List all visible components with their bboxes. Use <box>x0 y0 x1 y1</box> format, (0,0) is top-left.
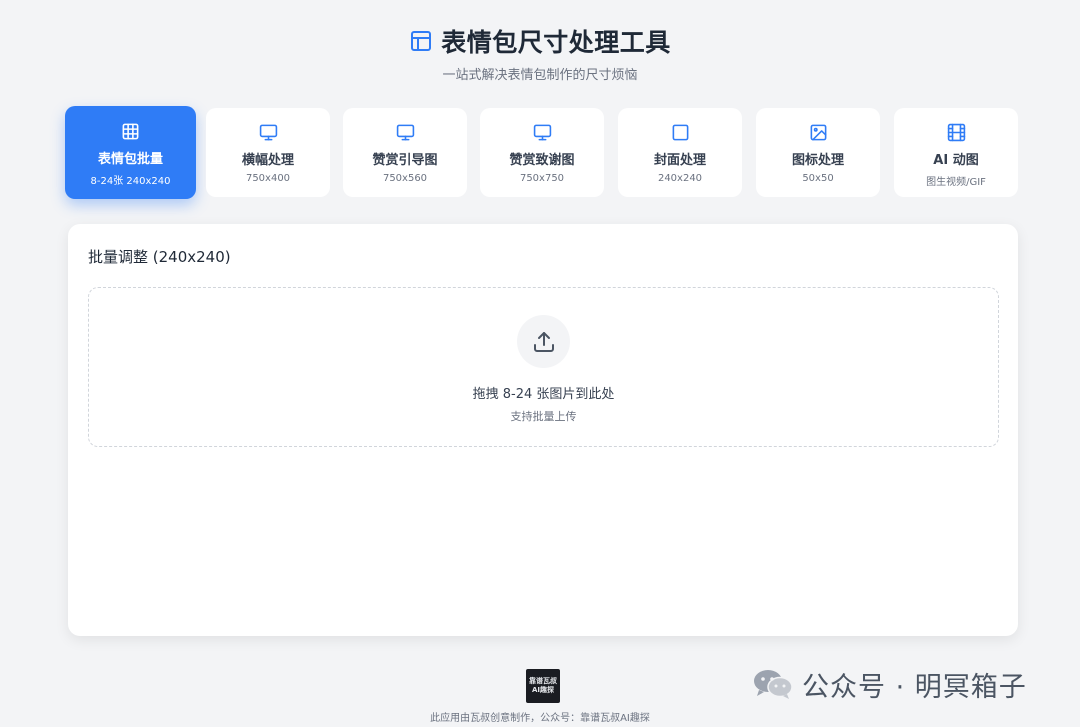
monitor-icon <box>258 122 278 142</box>
tab-banner[interactable]: 横幅处理 750x400 <box>206 108 330 197</box>
film-icon <box>946 122 966 142</box>
dropzone-text: 拖拽 8-24 张图片到此处 <box>472 387 615 402</box>
footer-logo: 靠谱瓦叔AI趣探 <box>526 669 560 703</box>
footer-logo-text: 靠谱瓦叔AI趣探 <box>529 677 557 694</box>
tab-donation-guide[interactable]: 赞赏引导图 750x560 <box>343 108 467 197</box>
tab-size: 750x400 <box>245 173 291 184</box>
tab-ai-gif[interactable]: AI 动图 图生视频/GIF <box>894 108 1018 197</box>
upload-dropzone[interactable]: 拖拽 8-24 张图片到此处 支持批量上传 <box>88 287 999 447</box>
app-page: 表情包尺寸处理工具 一站式解决表情包制作的尺寸烦恼 表情包批量 8-24张 24… <box>0 0 1080 727</box>
tab-size: 240x240 <box>657 173 703 184</box>
image-icon <box>808 122 828 142</box>
tab-size: 50x50 <box>802 173 834 184</box>
tab-label: 赞赏致谢图 <box>509 153 575 168</box>
dropzone-hint: 支持批量上传 <box>510 410 577 423</box>
tab-size: 8-24张 240x240 <box>90 176 171 187</box>
section-title: 批量调整 (240x240) <box>88 248 231 266</box>
upload-icon-wrapper <box>517 315 570 368</box>
tab-sticker-batch[interactable]: 表情包批量 8-24张 240x240 <box>65 106 196 199</box>
upload-icon <box>532 330 556 354</box>
grid-icon <box>121 121 141 141</box>
tab-label: 赞赏引导图 <box>372 153 438 168</box>
square-icon <box>670 122 690 142</box>
wechat-watermark: 公众号 · 明冥箱子 <box>752 664 1027 704</box>
layout-icon <box>409 29 433 53</box>
tab-label: 表情包批量 <box>97 152 163 167</box>
wechat-icon <box>752 668 794 700</box>
page-header: 表情包尺寸处理工具 一站式解决表情包制作的尺寸烦恼 <box>0 24 1080 83</box>
monitor-icon <box>395 122 415 142</box>
tab-donation-thanks[interactable]: 赞赏致谢图 750x750 <box>480 108 604 197</box>
main-card: 批量调整 (240x240) 拖拽 8-24 张图片到此处 支持批量上传 <box>68 224 1018 636</box>
monitor-icon <box>532 122 552 142</box>
footer-credit: 此应用由瓦叔创意制作，公众号：靠谱瓦叔AI趣探 <box>430 713 650 724</box>
tab-label: 图标处理 <box>791 153 844 168</box>
title-row: 表情包尺寸处理工具 <box>0 24 1080 58</box>
mode-tabs: 表情包批量 8-24张 240x240 横幅处理 750x400 赞赏引导图 7… <box>65 106 1018 199</box>
tab-icon[interactable]: 图标处理 50x50 <box>756 108 880 197</box>
tab-size: 750x560 <box>382 173 428 184</box>
tab-label: 横幅处理 <box>241 153 294 168</box>
tab-label: AI 动图 <box>933 153 979 168</box>
tab-size: 750x750 <box>519 173 565 184</box>
page-subtitle: 一站式解决表情包制作的尺寸烦恼 <box>442 68 638 83</box>
page-title: 表情包尺寸处理工具 <box>441 28 671 57</box>
tab-cover[interactable]: 封面处理 240x240 <box>618 108 742 197</box>
tab-size: 图生视频/GIF <box>926 177 986 188</box>
tab-label: 封面处理 <box>653 153 706 168</box>
watermark-text: 公众号 · 明冥箱子 <box>802 671 1027 703</box>
